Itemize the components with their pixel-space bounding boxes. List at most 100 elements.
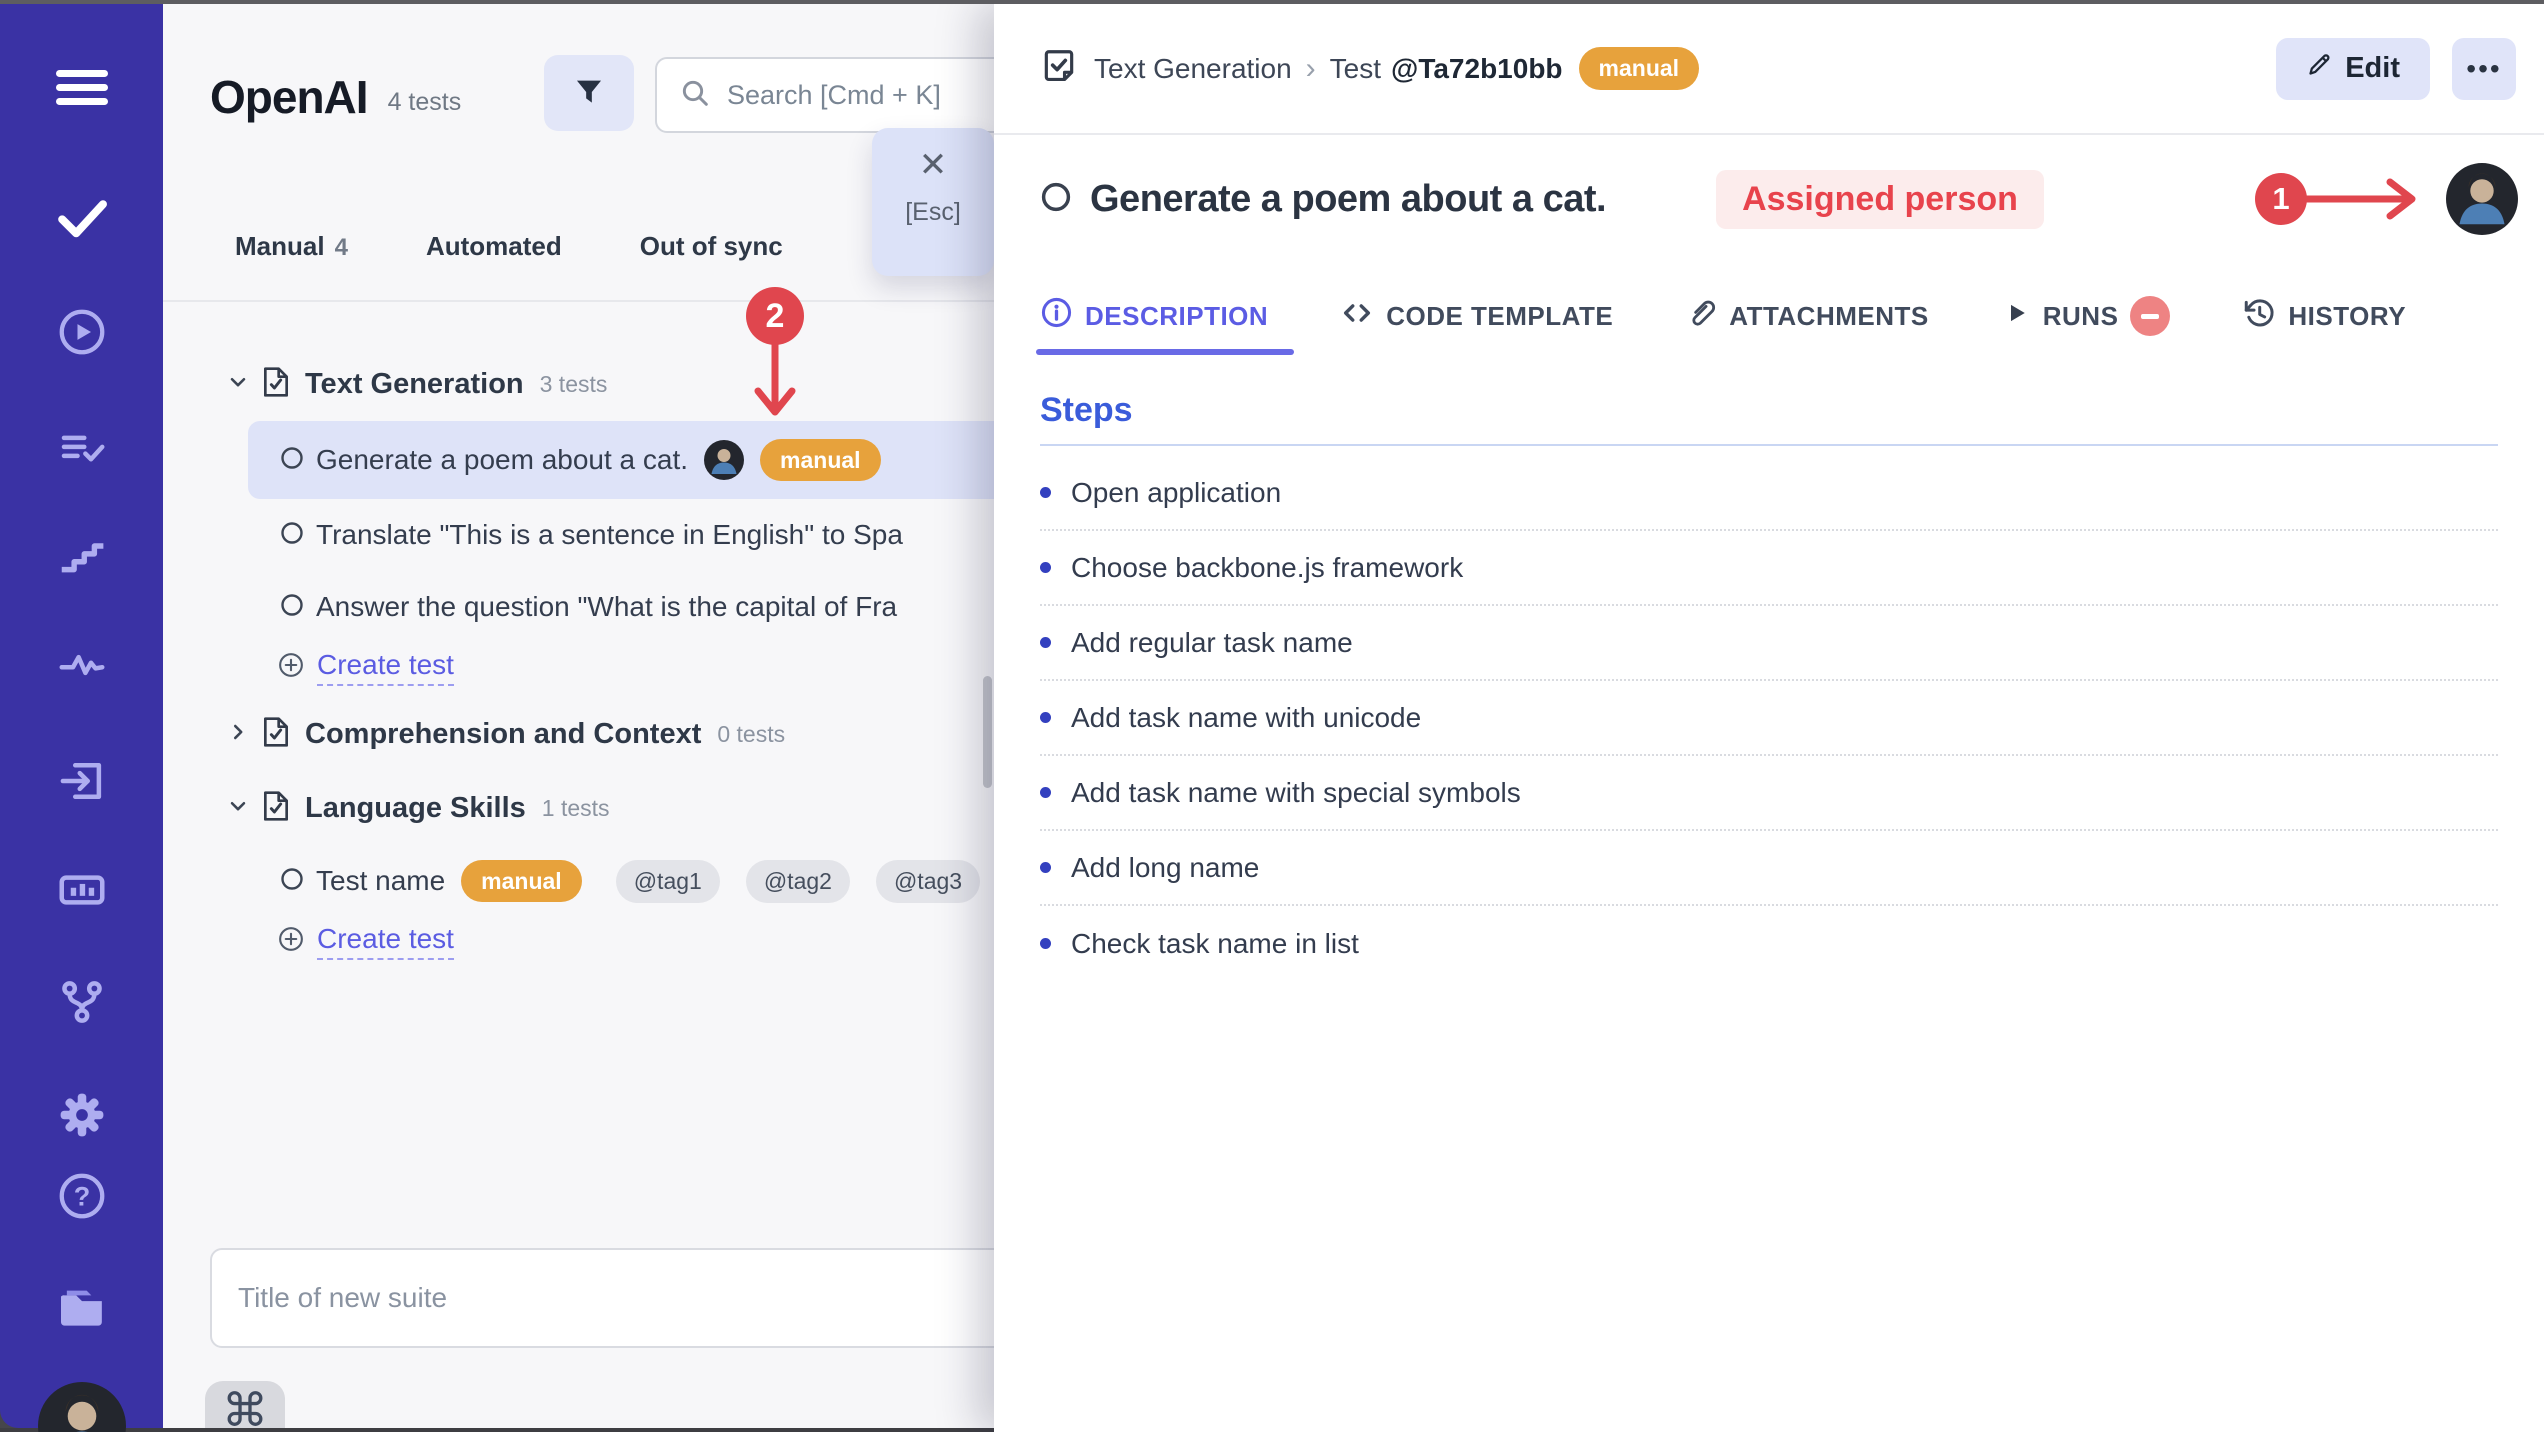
sidebar-item-sign-in[interactable]: [0, 754, 163, 813]
tab-manual[interactable]: Manual 4: [235, 231, 348, 262]
sidebar-item-help[interactable]: ?: [0, 1169, 163, 1228]
sidebar-item-projects[interactable]: [0, 1279, 163, 1340]
sidebar-item-milestones[interactable]: [0, 528, 163, 587]
sidebar-item-activity[interactable]: [0, 638, 163, 697]
sidebar-item-settings[interactable]: [0, 1088, 163, 1147]
suite-tree: Text Generation 3 tests Generate a poem …: [163, 302, 994, 1348]
bullet-icon: [1040, 938, 1051, 949]
test-detail-panel: Text Generation › Test @Ta72b10bb manual…: [994, 4, 2544, 1432]
filter-icon: [572, 75, 606, 112]
tag: @tag3: [876, 860, 980, 903]
esc-hint: [Esc]: [905, 198, 961, 227]
create-test-link[interactable]: Create test: [317, 649, 454, 686]
search-box[interactable]: [655, 57, 994, 133]
status-circle-icon: [280, 867, 304, 896]
tab-automated[interactable]: Automated: [426, 231, 562, 262]
create-test-row[interactable]: Create test: [163, 643, 994, 691]
avatar-image: [38, 1382, 126, 1432]
steps-list: Open application Choose backbone.js fram…: [1040, 456, 2498, 981]
search-icon: [679, 77, 711, 114]
tab-history[interactable]: HISTORY: [2242, 277, 2406, 355]
suite-count: 1 tests: [542, 795, 610, 822]
suite-label: Text Generation: [305, 368, 524, 401]
bullet-icon: [1040, 862, 1051, 873]
step-item: Choose backbone.js framework: [1040, 531, 2498, 606]
sidebar-item-test-plans[interactable]: [0, 421, 163, 480]
suite-doc-icon: [261, 790, 291, 827]
scrollbar-thumb[interactable]: [983, 676, 992, 788]
app-sidebar: ?: [0, 4, 163, 1428]
create-test-row[interactable]: Create test: [163, 917, 994, 965]
close-icon[interactable]: ✕: [919, 148, 948, 182]
bullet-icon: [1040, 787, 1051, 798]
new-suite-input[interactable]: [210, 1248, 994, 1348]
breadcrumb-separator: ›: [1306, 52, 1316, 86]
steps-heading: Steps: [1040, 391, 2498, 430]
test-label: Translate "This is a sentence in English…: [316, 519, 903, 551]
folder-icon: [54, 1279, 110, 1340]
detail-tabs: DESCRIPTION CODE TEMPLATE ATTACHMENTS RU…: [994, 277, 2544, 355]
sidebar-item-reports[interactable]: [0, 863, 163, 922]
test-row-generate-poem[interactable]: Generate a poem about a cat. manual: [248, 421, 994, 499]
info-icon: [1040, 296, 1073, 336]
search-input[interactable]: [727, 80, 994, 111]
suite-doc-icon: [261, 366, 291, 403]
stairs-icon: [55, 528, 109, 587]
breadcrumb-test-id: @Ta72b10bb: [1391, 53, 1563, 85]
manual-badge: manual: [461, 860, 582, 902]
check-icon: [54, 189, 110, 250]
tab-code-template[interactable]: CODE TEMPLATE: [1340, 277, 1613, 355]
sidebar-item-runs[interactable]: [0, 305, 163, 364]
breadcrumb-suite[interactable]: Text Generation: [1094, 53, 1292, 85]
edit-button[interactable]: Edit: [2276, 38, 2430, 100]
test-label: Test name: [316, 865, 445, 897]
tab-out-of-sync[interactable]: Out of sync: [640, 231, 783, 262]
chevron-down-icon[interactable]: [227, 371, 249, 398]
test-row-test-name[interactable]: Test name manual @tag1 @tag2 @tag3: [163, 845, 994, 917]
tab-manual-count: 4: [335, 234, 348, 262]
chevron-right-icon[interactable]: [227, 721, 249, 748]
tests-count: 4 tests: [388, 88, 462, 117]
command-key-chip: ⌘: [205, 1381, 285, 1428]
sidebar-item-integrations[interactable]: [0, 975, 163, 1034]
assignee-avatar[interactable]: [2446, 163, 2518, 235]
assignee-avatar: [704, 440, 744, 480]
step-item: Add regular task name: [1040, 606, 2498, 681]
menu-icon[interactable]: [0, 70, 163, 105]
project-title: OpenAI: [210, 70, 368, 124]
chevron-down-icon[interactable]: [227, 795, 249, 822]
tab-description[interactable]: DESCRIPTION: [1040, 277, 1268, 355]
suite-row-language-skills[interactable]: Language Skills 1 tests: [163, 771, 994, 845]
suite-count: 3 tests: [540, 371, 608, 398]
tab-runs[interactable]: RUNS: [2001, 277, 2171, 355]
plus-circle-icon: [277, 651, 305, 684]
sidebar-item-tests[interactable]: [0, 189, 163, 250]
close-search-popup: ✕ [Esc]: [872, 128, 994, 276]
tab-attachments[interactable]: ATTACHMENTS: [1685, 277, 1929, 355]
suite-count: 0 tests: [717, 721, 785, 748]
more-button[interactable]: •••: [2452, 38, 2516, 100]
play-icon: [2001, 298, 2031, 335]
test-title-row: Generate a poem about a cat. Assigned pe…: [994, 163, 2544, 235]
bullet-icon: [1040, 487, 1051, 498]
test-row-answer-question[interactable]: Answer the question "What is the capital…: [163, 571, 994, 643]
annotation-marker-1: 1: [2254, 171, 2436, 227]
suite-row-comprehension[interactable]: Comprehension and Context 0 tests: [163, 697, 994, 771]
user-avatar[interactable]: [0, 1382, 163, 1432]
list-check-icon: [55, 421, 109, 480]
test-label: Generate a poem about a cat.: [316, 444, 688, 476]
suite-row-text-generation[interactable]: Text Generation 3 tests: [163, 347, 994, 421]
bullet-icon: [1040, 637, 1051, 648]
test-row-translate[interactable]: Translate "This is a sentence in English…: [163, 499, 994, 571]
step-item: Add task name with unicode: [1040, 681, 2498, 756]
svg-text:?: ?: [73, 1181, 90, 1211]
filter-button[interactable]: [544, 55, 634, 131]
step-item: Add task name with special symbols: [1040, 756, 2498, 831]
create-test-link[interactable]: Create test: [317, 923, 454, 960]
status-circle-icon: [1040, 181, 1072, 218]
pencil-icon: [2306, 51, 2333, 86]
command-icon: ⌘: [222, 1381, 268, 1428]
help-icon: ?: [55, 1169, 109, 1228]
tag: @tag1: [616, 860, 720, 903]
suite-label: Language Skills: [305, 792, 526, 825]
